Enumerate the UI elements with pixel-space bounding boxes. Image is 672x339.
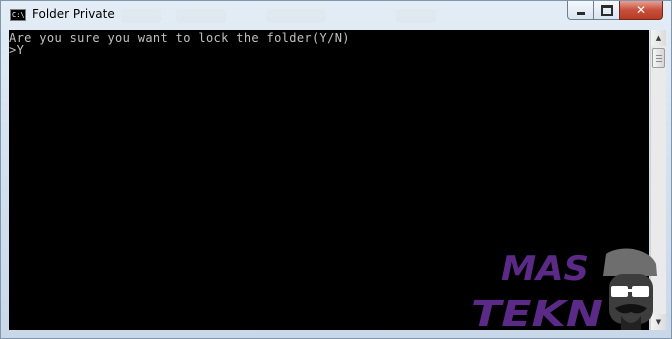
- maximize-icon: [600, 4, 613, 16]
- console-line-input: >Y: [9, 43, 25, 57]
- maximize-button[interactable]: [593, 1, 620, 20]
- cmd-icon: C:\.: [10, 9, 29, 21]
- window-title: Folder Private: [32, 7, 115, 21]
- hipster-face-icon: [603, 248, 657, 330]
- close-icon: ✕: [635, 3, 647, 17]
- title-bar[interactable]: C:\. Folder Private ✕: [1, 1, 672, 29]
- scroll-thumb[interactable]: [652, 48, 665, 68]
- minimize-button[interactable]: [567, 1, 594, 20]
- console-window: C:\. Folder Private ✕ Are you sure you w…: [0, 0, 672, 339]
- mastekno-watermark-logo: MAS TEKN: [471, 248, 657, 331]
- close-button[interactable]: ✕: [619, 1, 663, 20]
- scroll-up-button[interactable]: ▲: [651, 30, 666, 46]
- arrow-up-icon: ▲: [655, 34, 662, 42]
- svg-text:TEKN: TEKN: [471, 294, 603, 331]
- console-line-prompt: Are you sure you want to lock the folder…: [9, 31, 350, 45]
- minimize-icon: [576, 11, 585, 15]
- svg-text:MAS: MAS: [501, 249, 589, 289]
